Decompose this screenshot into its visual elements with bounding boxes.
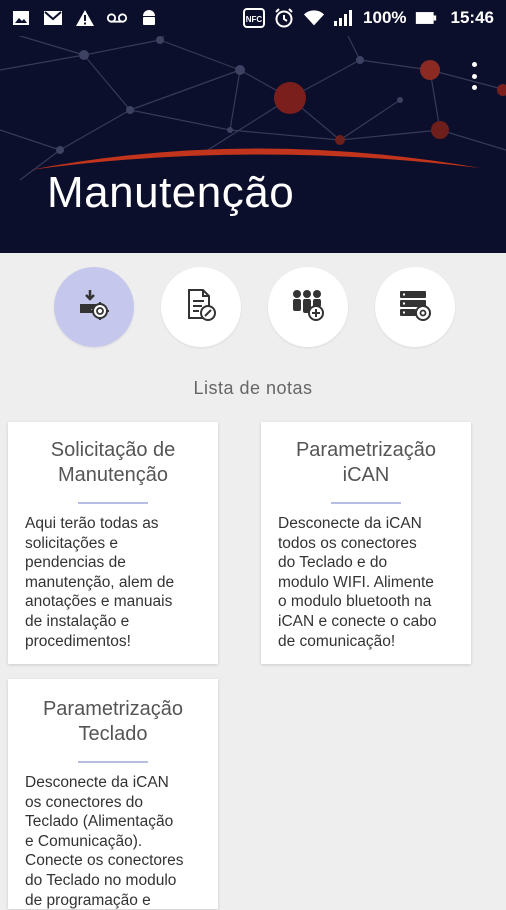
note-divider	[78, 761, 148, 763]
people-add-icon	[290, 288, 326, 327]
server-settings-button[interactable]	[375, 267, 455, 347]
signal-icon	[333, 7, 355, 29]
note-body: Desconecte da iCAN os conectores do Tecl…	[25, 774, 184, 909]
note-divider	[78, 502, 148, 504]
note-card[interactable]: Parametrização iCAN Desconecte da iCAN t…	[261, 422, 471, 664]
section-title: Lista de notas	[193, 378, 313, 398]
app-header: Manutenção	[0, 0, 506, 253]
svg-text:NFC: NFC	[246, 15, 263, 24]
note-body: Aqui terão todas as solicitações e pende…	[25, 515, 175, 650]
gmail-icon	[42, 7, 64, 29]
team-add-button[interactable]	[268, 267, 348, 347]
android-icon	[138, 7, 160, 29]
note-title: Parametrização iCAN	[295, 439, 437, 486]
clock: 15:46	[450, 8, 494, 27]
battery-percent: 100%	[363, 8, 407, 27]
note-card[interactable]: Parametrização Teclado Desconecte da iCA…	[8, 679, 218, 909]
warning-icon	[74, 7, 96, 29]
server-gear-icon	[398, 288, 432, 327]
page-title: Manutenção	[47, 168, 295, 217]
action-bar	[0, 267, 506, 347]
note-card[interactable]: Solicitação de Manutenção Aqui terão tod…	[8, 422, 218, 664]
note-divider	[331, 502, 401, 504]
battery-icon	[415, 7, 437, 29]
status-bar: NFC 100% 15:46	[0, 0, 506, 36]
note-title: Solicitação de Manutenção	[50, 439, 176, 486]
nfc-icon: NFC	[243, 7, 266, 29]
wifi-icon	[303, 7, 325, 29]
voicemail-icon	[106, 7, 128, 29]
image-icon	[10, 7, 32, 29]
hand-gear-icon	[77, 288, 111, 327]
maintenance-request-button[interactable]	[54, 267, 134, 347]
document-pen-icon	[184, 288, 218, 327]
note-body: Desconecte da iCAN todos os conectores d…	[278, 515, 437, 650]
alarm-icon	[273, 7, 295, 29]
note-title: Parametrização Teclado	[42, 698, 184, 745]
document-edit-button[interactable]	[161, 267, 241, 347]
overflow-menu-icon[interactable]	[464, 62, 484, 90]
